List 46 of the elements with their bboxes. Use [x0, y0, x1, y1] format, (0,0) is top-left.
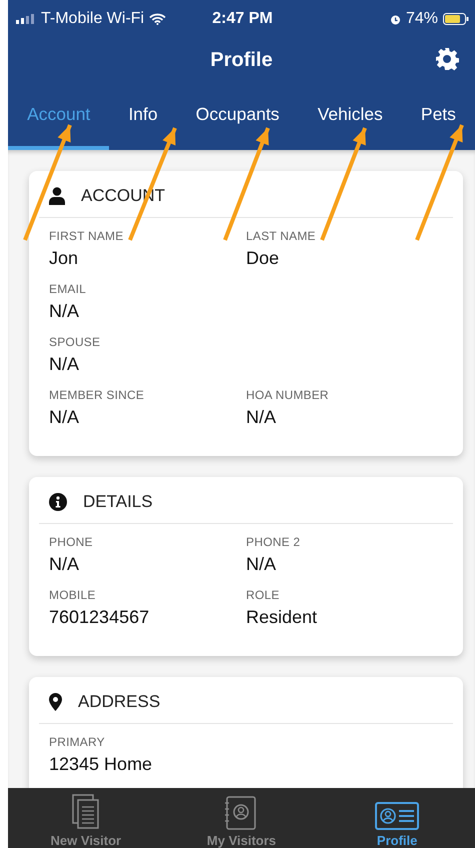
contact-book-icon	[224, 796, 258, 830]
field-label: MEMBER SINCE	[49, 388, 146, 402]
signal-icon	[16, 14, 36, 24]
field-label: EMAIL	[49, 282, 88, 296]
profile-tab[interactable]: Occupants	[176, 82, 299, 150]
field-label: PRIMARY	[49, 735, 106, 749]
field-label: HOA NUMBER	[246, 388, 330, 402]
nav-item[interactable]: New Visitor	[10, 788, 161, 848]
field-value: N/A	[49, 554, 80, 575]
alarm-icon	[390, 14, 401, 24]
field-value: Doe	[246, 248, 280, 269]
section-title: ADDRESS	[78, 692, 160, 712]
profile-tab[interactable]: Pets	[402, 82, 475, 150]
documents-icon	[72, 794, 100, 830]
id-card-icon	[375, 802, 420, 830]
field-label: LAST NAME	[246, 229, 317, 243]
field-label: PHONE	[49, 535, 94, 549]
field-label: PHONE 2	[246, 535, 302, 549]
field-label: SPOUSE	[49, 335, 102, 349]
field-value: 7601234567	[49, 607, 150, 628]
location-pin-icon	[49, 693, 62, 711]
nav-item[interactable]: Profile	[322, 788, 472, 848]
page-title: Profile	[210, 48, 273, 72]
field-value: N/A	[49, 301, 80, 322]
wifi-icon	[149, 13, 166, 25]
field-value: N/A	[49, 354, 80, 375]
battery-icon	[443, 13, 469, 25]
field-value: Resident	[246, 607, 318, 628]
field-label: FIRST NAME	[49, 229, 124, 243]
field-value: 12345 Home	[49, 754, 154, 775]
field-value: N/A	[246, 554, 278, 575]
nav-item[interactable]: My Visitors	[166, 788, 316, 848]
field-value: Jon	[49, 248, 80, 269]
field-value: N/A	[49, 407, 80, 428]
person-icon	[49, 187, 65, 205]
section-title: DETAILS	[83, 492, 153, 512]
field-value: N/A	[246, 407, 278, 428]
field-label: ROLE	[246, 588, 280, 602]
info-icon	[49, 493, 67, 511]
settings-icon[interactable]	[435, 47, 459, 71]
profile-tab[interactable]: Vehicles	[298, 82, 402, 150]
field-label: MOBILE	[49, 588, 97, 602]
status-time: 2:47 PM	[212, 10, 273, 28]
carrier-name: T-Mobile Wi-Fi	[41, 10, 144, 28]
battery-percent: 74%	[406, 10, 438, 28]
profile-tab[interactable]: Info	[109, 82, 177, 150]
